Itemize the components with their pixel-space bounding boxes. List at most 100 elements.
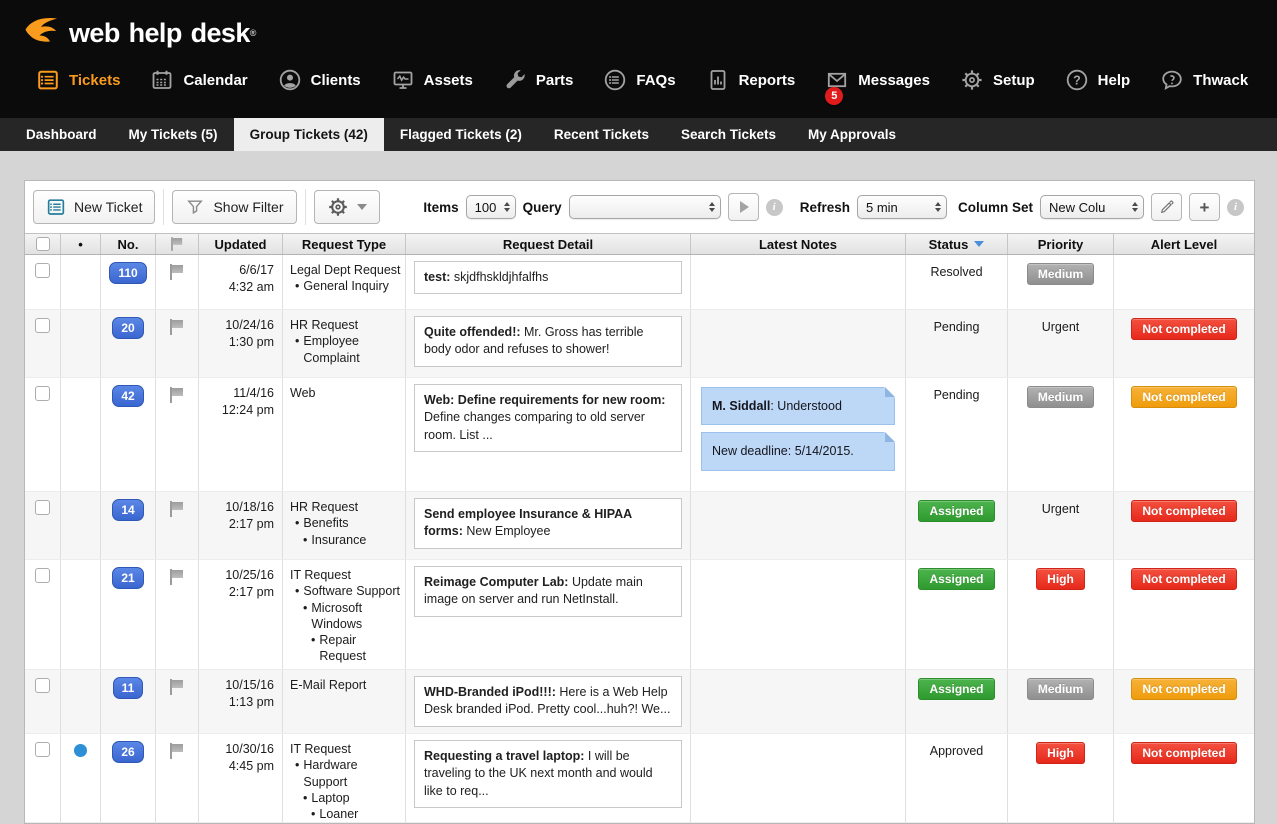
ticket-select-cell (25, 255, 61, 309)
items-label: Items (423, 200, 458, 215)
ticket-row[interactable]: 1410/18/162:17 pmHR Request•Benefits•Ins… (25, 492, 1254, 560)
request-detail-box[interactable]: test: skjdfhskldjhfalfhs (414, 261, 682, 294)
new-ticket-button[interactable]: New Ticket (33, 190, 155, 224)
query-select[interactable] (569, 195, 721, 219)
ticket-number-badge[interactable]: 20 (112, 317, 143, 339)
ticket-checkbox[interactable] (35, 386, 50, 401)
nav-item-setup[interactable]: Setup (960, 68, 1035, 92)
flag-icon[interactable] (170, 679, 185, 695)
flag-icon[interactable] (170, 743, 185, 759)
detail-subject: test: (424, 270, 450, 284)
header-select-all[interactable] (25, 234, 61, 254)
nav-item-tickets[interactable]: Tickets (36, 68, 120, 92)
header-request-detail[interactable]: Request Detail (406, 234, 691, 254)
show-filter-button[interactable]: Show Filter (172, 190, 296, 224)
request-type-text: Hardware Support (303, 757, 402, 790)
note-bubble: New deadline: 5/14/2015. (701, 432, 895, 470)
tab-flagged-tickets[interactable]: Flagged Tickets (2) (384, 118, 538, 151)
flag-icon[interactable] (170, 501, 185, 517)
header-unread[interactable]: • (61, 234, 101, 254)
request-detail-box[interactable]: Send employee Insurance & HIPAA forms: N… (414, 498, 682, 549)
tab-dashboard[interactable]: Dashboard (10, 118, 113, 151)
ticket-number-cell: 110 (101, 255, 156, 309)
ticket-checkbox[interactable] (35, 742, 50, 757)
ticket-number-badge[interactable]: 26 (112, 741, 143, 763)
app-header: web help desk® Tickets Calendar (0, 0, 1277, 118)
nav-item-faqs[interactable]: FAQs (603, 68, 675, 92)
request-type-text: Loaner (319, 806, 358, 822)
nav-item-calendar[interactable]: Calendar (150, 68, 247, 92)
flag-icon[interactable] (170, 264, 185, 280)
request-detail-box[interactable]: Quite offended!: Mr. Gross has terrible … (414, 316, 682, 367)
messages-count-badge: 5 (825, 87, 843, 105)
items-per-page-select[interactable]: 100 (466, 195, 516, 219)
add-column-set-button[interactable]: + (1189, 193, 1220, 221)
ticket-row[interactable]: 1106/6/174:32 amLegal Dept Request•Gener… (25, 255, 1254, 310)
ticket-row[interactable]: 2110/25/162:17 pmIT Request•Software Sup… (25, 560, 1254, 670)
tab-my-approvals[interactable]: My Approvals (792, 118, 912, 151)
flag-icon[interactable] (170, 569, 185, 585)
ticket-row[interactable]: 2010/24/161:30 pmHR Request•Employee Com… (25, 310, 1254, 378)
ticket-number-badge[interactable]: 14 (112, 499, 143, 521)
note-text: : Understood (770, 399, 842, 413)
ticket-checkbox[interactable] (35, 318, 50, 333)
note-author: M. Siddall (712, 399, 770, 413)
table-options-button[interactable] (314, 190, 380, 224)
request-detail-box[interactable]: Requesting a travel laptop: I will be tr… (414, 740, 682, 808)
header-updated[interactable]: Updated (199, 234, 283, 254)
tab-recent-tickets[interactable]: Recent Tickets (538, 118, 665, 151)
header-number[interactable]: No. (101, 234, 156, 254)
brand-logo: web help desk® (24, 13, 1253, 53)
ticket-number-badge[interactable]: 21 (112, 567, 143, 589)
edit-column-set-button[interactable] (1151, 193, 1182, 221)
header-alert-level[interactable]: Alert Level (1114, 234, 1254, 254)
tab-my-tickets[interactable]: My Tickets (5) (113, 118, 234, 151)
run-query-button[interactable] (728, 193, 759, 221)
request-type-text: Benefits (303, 515, 348, 531)
new-ticket-list-icon (46, 197, 66, 217)
ticket-number-badge[interactable]: 42 (112, 385, 143, 407)
stepper-icon (709, 202, 715, 212)
nav-item-reports[interactable]: Reports (706, 68, 796, 92)
nav-item-clients[interactable]: Clients (278, 68, 361, 92)
ticket-updated-cell: 10/15/161:13 pm (199, 670, 283, 733)
nav-item-help[interactable]: ? Help (1065, 68, 1131, 92)
detail-subject: Requesting a travel laptop: (424, 749, 584, 763)
ticket-number-badge[interactable]: 110 (109, 262, 146, 284)
ticket-row[interactable]: 1110/15/161:13 pmE-Mail ReportWHD-Brande… (25, 670, 1254, 734)
header-priority[interactable]: Priority (1008, 234, 1114, 254)
header-latest-notes[interactable]: Latest Notes (691, 234, 906, 254)
ticket-checkbox[interactable] (35, 568, 50, 583)
header-flag[interactable] (156, 234, 199, 254)
header-request-type[interactable]: Request Type (283, 234, 406, 254)
ticket-checkbox[interactable] (35, 500, 50, 515)
request-detail-box[interactable]: WHD-Branded iPod!!!: Here is a Web Help … (414, 676, 682, 727)
ticket-checkbox[interactable] (35, 678, 50, 693)
nav-item-parts[interactable]: Parts (503, 68, 574, 92)
tab-search-tickets[interactable]: Search Tickets (665, 118, 792, 151)
request-type-text: Legal Dept Request (290, 262, 401, 278)
ticket-updated-cell: 10/30/164:45 pm (199, 734, 283, 822)
priority-text: Urgent (1042, 500, 1080, 516)
nav-item-assets[interactable]: Assets (391, 68, 473, 92)
select-all-checkbox[interactable] (36, 237, 50, 251)
refresh-interval-select[interactable]: 5 min (857, 195, 947, 219)
ticket-checkbox[interactable] (35, 263, 50, 278)
header-status[interactable]: Status (906, 234, 1008, 254)
ticket-number-badge[interactable]: 11 (113, 677, 144, 699)
nav-item-messages[interactable]: 5 Messages (825, 68, 930, 92)
ticket-table-body: 1106/6/174:32 amLegal Dept Request•Gener… (25, 255, 1254, 823)
request-detail-box[interactable]: Web: Define requirements for new room: D… (414, 384, 682, 452)
request-detail-box[interactable]: Reimage Computer Lab: Update main image … (414, 566, 682, 617)
ticket-flag-cell (156, 734, 199, 822)
column-set-select[interactable]: New Colu (1040, 195, 1144, 219)
status-cell: Resolved (906, 255, 1008, 309)
ticket-row[interactable]: 2610/30/164:45 pmIT Request•Hardware Sup… (25, 734, 1254, 823)
request-type-line: •Employee Complaint (290, 333, 402, 366)
nav-item-thwack[interactable]: Thwack (1160, 68, 1248, 92)
flag-icon[interactable] (170, 387, 185, 403)
reports-icon (706, 68, 730, 92)
flag-icon[interactable] (170, 319, 185, 335)
tab-group-tickets[interactable]: Group Tickets (42) (234, 118, 384, 151)
ticket-row[interactable]: 4211/4/1612:24 pmWebWeb: Define requirem… (25, 378, 1254, 492)
